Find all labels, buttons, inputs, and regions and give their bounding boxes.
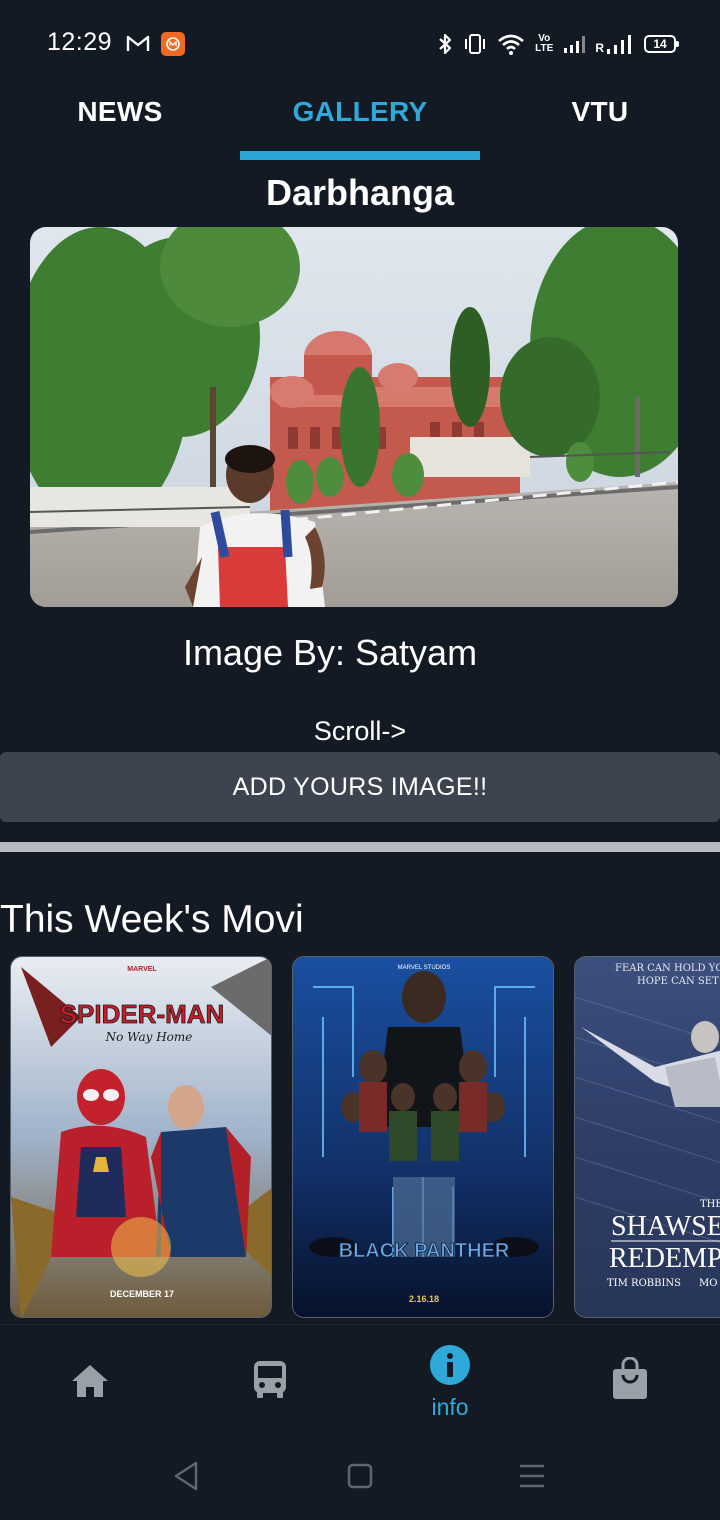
black-panther-title: BLACK PANTHER (339, 1240, 510, 1262)
status-icons: Vo LTE R 14 (437, 30, 679, 58)
tab-gallery[interactable]: GALLERY (240, 88, 480, 160)
black-panther-top-text: MARVEL STUDIOS (398, 965, 451, 971)
vibrate-icon (465, 34, 486, 54)
recents-icon[interactable] (518, 1460, 546, 1492)
movie-poster-spiderman[interactable]: SPIDER-MAN No Way Home DECEMBER 17 MARVE… (10, 956, 272, 1318)
spiderman-top-text: MARVEL (127, 966, 157, 973)
movie-poster-black-panther[interactable]: MARVEL STUDIOS BLACK PANTHER 2.16.18 (292, 956, 554, 1318)
nav-home[interactable] (0, 1325, 180, 1433)
shawshank-cast-1: TIM ROBBINS (607, 1278, 681, 1289)
shawshank-tagline-1: FEAR CAN HOLD YO (615, 963, 720, 974)
shawshank-title-line2: SHAWSE (611, 1211, 720, 1242)
tab-vtu[interactable]: VTU (480, 88, 720, 160)
home-icon (72, 1365, 108, 1397)
back-icon[interactable] (172, 1460, 200, 1492)
shawshank-title-line1: THE (700, 1199, 720, 1210)
nav-bus[interactable] (180, 1325, 360, 1433)
top-tabs: NEWS GALLERY VTU (0, 88, 720, 160)
wifi-icon (498, 34, 525, 55)
tab-news[interactable]: NEWS (0, 88, 240, 160)
image-credit: Image By: Satyam (182, 632, 478, 673)
shawshank-title-line3: REDEMP (609, 1243, 720, 1274)
shawshank-tagline-2: HOPE CAN SET (637, 976, 719, 987)
black-panther-date: 2.16.18 (409, 1294, 439, 1304)
volte-bottom: LTE (535, 43, 554, 54)
spiderman-subtitle: No Way Home (105, 1030, 193, 1044)
gmail-icon (126, 35, 150, 51)
spiderman-title: SPIDER-MAN (60, 999, 225, 1029)
nav-info-label: info (431, 1394, 469, 1420)
home-square-icon[interactable] (346, 1460, 374, 1492)
nav-info[interactable]: info (360, 1325, 540, 1433)
signal-icon (564, 36, 586, 53)
shawshank-cast-2: MO (699, 1278, 717, 1289)
add-image-button[interactable]: ADD YOURS IMAGE!! (0, 752, 720, 822)
mi-icon (161, 32, 185, 56)
roaming-label: R (595, 41, 604, 55)
battery-level: 14 (653, 37, 667, 51)
movie-poster-shawshank[interactable]: FEAR CAN HOLD YO HOPE CAN SET THE SHAWSE… (574, 956, 720, 1318)
status-time: 12:29 (47, 28, 113, 56)
gallery-photo[interactable] (30, 227, 678, 607)
battery-icon: 14 (644, 35, 679, 53)
tab-indicator (240, 151, 480, 160)
scroll-hint: Scroll-> (313, 716, 407, 746)
signal-roaming-icon: R (595, 33, 634, 55)
gallery-city-title: Darbhanga (265, 172, 455, 213)
nav-shop[interactable] (540, 1325, 720, 1433)
spiderman-date: DECEMBER 17 (110, 1289, 174, 1299)
status-bar: 12:29 Vo LTE R 14 (0, 0, 720, 88)
volte-icon: Vo LTE (535, 34, 553, 54)
movies-section-title: This Week's Movi (0, 898, 304, 941)
shopping-bag-icon (613, 1357, 647, 1399)
section-divider (0, 842, 720, 852)
info-icon (430, 1345, 470, 1385)
system-nav (0, 1432, 720, 1520)
bus-icon (254, 1361, 286, 1398)
bottom-nav: info (0, 1324, 720, 1432)
bluetooth-icon (439, 33, 452, 55)
